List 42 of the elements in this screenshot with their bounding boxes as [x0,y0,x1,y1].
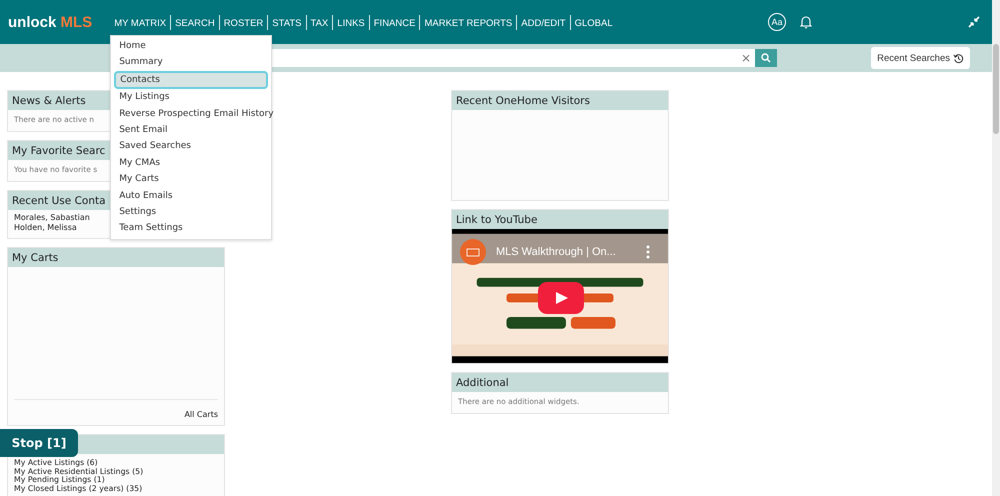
menu-item[interactable]: Sent Email [111,122,272,138]
nav-item[interactable]: ROSTER [220,16,268,31]
nav-item[interactable]: TAX [306,16,332,31]
menu-item[interactable]: My CMAs [111,154,272,172]
nav-item[interactable]: SEARCH [171,16,219,31]
nav-item[interactable]: LINKS [333,16,369,31]
nav-item[interactable]: FINANCE [370,16,420,31]
all-carts-link[interactable]: All Carts [184,410,218,419]
nav-item[interactable]: GLOBAL [570,16,617,31]
nav-item[interactable]: STATS [268,16,306,31]
recent-searches-button[interactable]: Recent Searches [871,47,970,69]
menu-item[interactable]: Reverse Prospecting Email History [111,106,272,122]
menu-item[interactable]: Team Settings [111,220,272,237]
bell-icon[interactable] [800,15,812,29]
card-title: My Carts [12,252,58,264]
font-size-button[interactable]: Aa [768,13,786,31]
nav-item[interactable]: ADD/EDIT [517,16,570,31]
logo[interactable]: unlock MLS [8,14,92,30]
menu-item[interactable]: My Carts [111,171,272,188]
menu-item[interactable]: Contacts [114,70,268,90]
menu-item[interactable]: Auto Emails [111,188,272,204]
more-icon[interactable] [646,245,650,259]
card-title: Link to YouTube [456,214,538,226]
card-title: My Favorite Searc [12,144,106,156]
stop-button[interactable]: Stop [1] [0,429,78,457]
scrollbar[interactable] [992,0,1000,496]
menu-item[interactable]: Settings [111,204,272,220]
menu-item[interactable]: Saved Searches [111,138,272,155]
search-icon [761,53,771,63]
search-button[interactable] [755,49,777,67]
history-icon [953,52,964,64]
collapse-icon[interactable] [968,16,980,28]
card-title: Recent OneHome Visitors [456,94,590,106]
clear-button[interactable]: × [736,51,755,65]
nav-item[interactable]: MARKET REPORTS [420,16,516,31]
card-title: Recent Use Conta [12,194,106,206]
channel-avatar-icon[interactable] [460,239,486,265]
nav-item[interactable]: MY MATRIX [110,16,170,31]
menu-item[interactable]: My Listings [111,89,272,106]
card-title: Additional [456,376,509,388]
play-button[interactable] [538,282,584,314]
card-title: News & Alerts [12,94,86,106]
